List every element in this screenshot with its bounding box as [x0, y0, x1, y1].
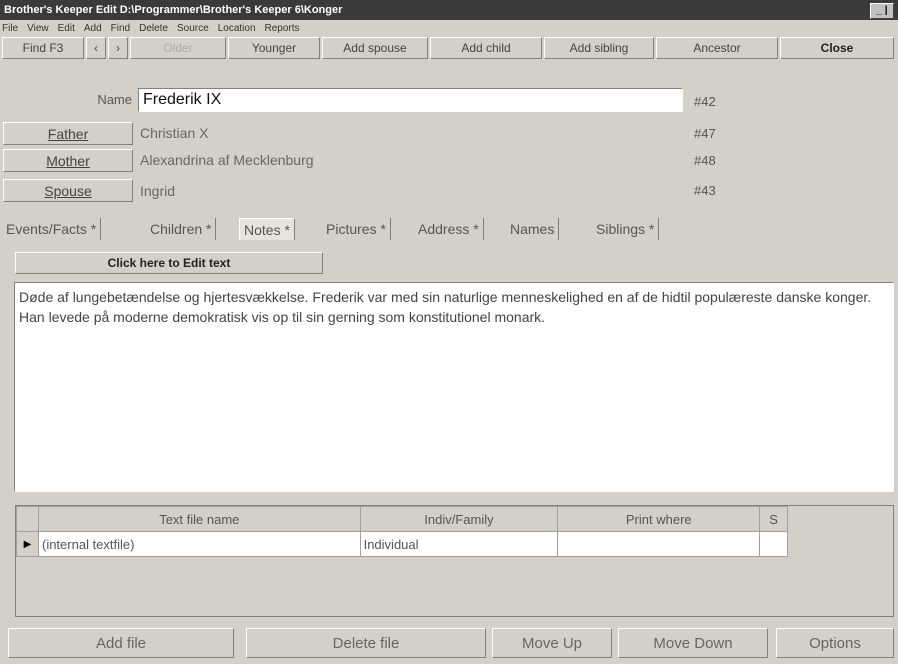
tab-address[interactable]: Address * — [414, 218, 484, 240]
cell-s[interactable] — [759, 531, 789, 557]
father-button-label: Father — [47, 125, 89, 142]
title-bar: Brother's Keeper Edit D:\Programmer\Brot… — [0, 0, 898, 20]
tab-names[interactable]: Names — [506, 218, 560, 240]
window-controls[interactable]: _ | — [870, 3, 894, 19]
menu-source[interactable]: Source — [177, 23, 209, 34]
menu-location[interactable]: Location — [218, 23, 256, 34]
table-row[interactable]: ▶ (internal textfile) Individual — [16, 531, 893, 557]
grid-corner — [16, 506, 39, 532]
delete-file-button[interactable]: Delete file — [246, 628, 486, 658]
father-button[interactable]: Father — [3, 122, 133, 145]
column-header-text-file-name[interactable]: Text file name — [37, 506, 361, 532]
grid-filler — [787, 531, 893, 557]
menu-bar: File View Edit Add Find Delete Source Lo… — [0, 20, 898, 36]
menu-edit[interactable]: Edit — [58, 23, 75, 34]
file-grid: Text file name Indiv/Family Print where … — [15, 505, 894, 617]
name-id: #42 — [694, 94, 716, 109]
ancestor-button[interactable]: Ancestor — [656, 37, 778, 59]
name-field[interactable]: Frederik IX — [138, 88, 683, 112]
add-sibling-button[interactable]: Add sibling — [544, 37, 654, 59]
edit-text-button[interactable]: Click here to Edit text — [15, 252, 323, 274]
tab-pictures[interactable]: Pictures * — [322, 218, 391, 240]
menu-delete[interactable]: Delete — [139, 23, 168, 34]
move-up-button[interactable]: Move Up — [492, 628, 612, 658]
add-file-button[interactable]: Add file — [8, 628, 234, 658]
mother-id: #48 — [694, 153, 716, 168]
mother-name: Alexandrina af Mecklenburg — [140, 152, 314, 168]
add-spouse-button[interactable]: Add spouse — [322, 37, 428, 59]
column-header-print-where[interactable]: Print where — [557, 506, 761, 532]
window-title: Brother's Keeper Edit D:\Programmer\Brot… — [4, 4, 343, 16]
grid-filler — [787, 506, 893, 532]
tab-strip: Events/Facts * Children * Notes * Pictur… — [0, 216, 898, 244]
next-button[interactable]: › — [108, 37, 128, 59]
tab-children[interactable]: Children * — [146, 218, 217, 240]
spouse-name: Ingrid — [140, 183, 176, 199]
toolbar: Find F3 ‹ › Older Younger Add spouse Add… — [0, 36, 898, 62]
notes-text[interactable]: Døde af lungebetændelse og hjertesvækkel… — [14, 282, 894, 492]
close-button[interactable]: Close — [780, 37, 894, 59]
younger-button[interactable]: Younger — [228, 37, 320, 59]
menu-reports[interactable]: Reports — [265, 23, 300, 34]
add-child-button[interactable]: Add child — [430, 37, 542, 59]
cell-text-file-name[interactable]: (internal textfile) — [37, 531, 361, 557]
menu-view[interactable]: View — [27, 23, 49, 34]
tab-siblings[interactable]: Siblings * — [592, 218, 660, 240]
mother-button-label: Mother — [46, 152, 90, 169]
menu-file[interactable]: File — [2, 23, 18, 34]
options-button[interactable]: Options — [776, 628, 894, 658]
find-button[interactable]: Find F3 — [2, 37, 84, 59]
column-header-s[interactable]: S — [759, 506, 789, 532]
father-name: Christian X — [140, 125, 209, 141]
cell-print-where[interactable] — [557, 531, 761, 557]
column-header-indiv-family[interactable]: Indiv/Family — [359, 506, 559, 532]
spouse-button[interactable]: Spouse — [3, 179, 133, 202]
name-label: Name — [97, 92, 132, 107]
father-id: #47 — [694, 126, 716, 141]
older-button[interactable]: Older — [130, 37, 226, 59]
tab-events-facts[interactable]: Events/Facts * — [2, 218, 102, 240]
tab-notes[interactable]: Notes * — [239, 218, 295, 240]
previous-button[interactable]: ‹ — [86, 37, 106, 59]
menu-add[interactable]: Add — [84, 23, 102, 34]
move-down-button[interactable]: Move Down — [618, 628, 768, 658]
row-pointer-icon: ▶ — [16, 531, 39, 557]
cell-indiv-family[interactable]: Individual — [359, 531, 559, 557]
spouse-id: #43 — [694, 183, 716, 198]
grid-header-row: Text file name Indiv/Family Print where … — [16, 506, 893, 532]
mother-button[interactable]: Mother — [3, 149, 133, 172]
spouse-button-label: Spouse — [44, 182, 92, 199]
menu-find[interactable]: Find — [111, 23, 130, 34]
